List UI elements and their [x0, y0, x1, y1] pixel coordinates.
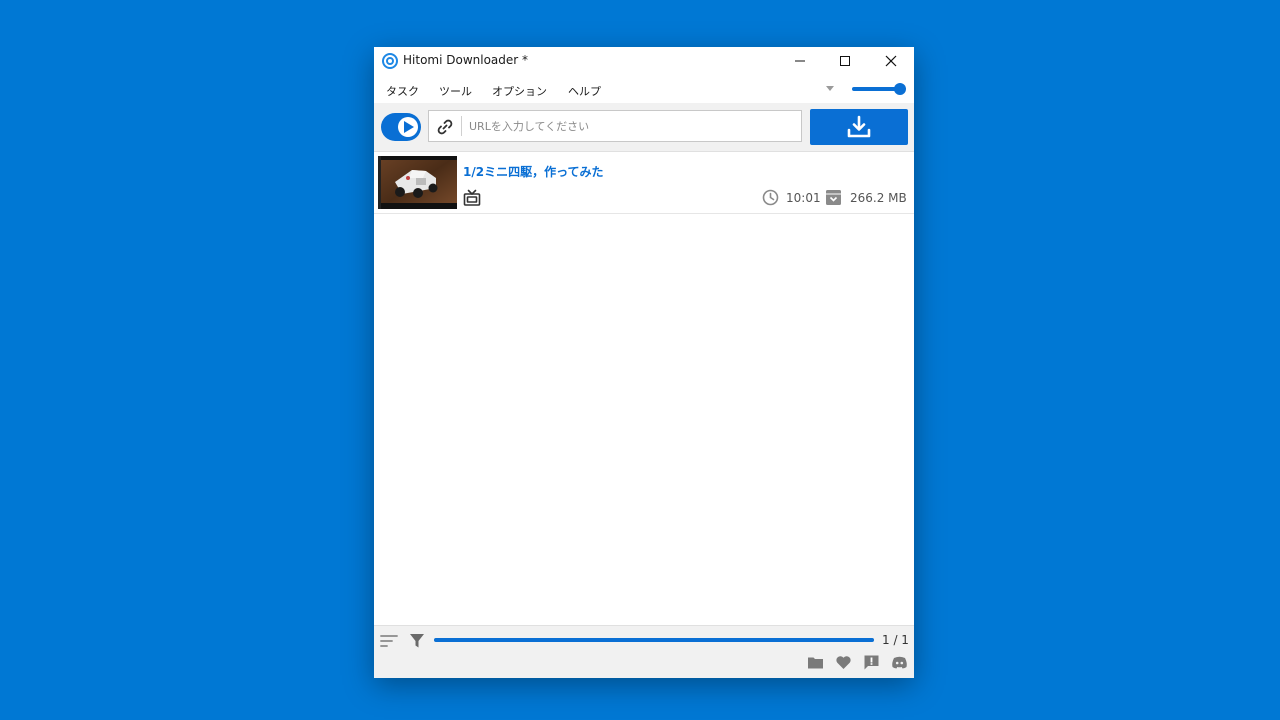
url-input[interactable] — [465, 113, 803, 139]
task-title: 1/2ミニ四駆，作ってみた — [463, 165, 604, 179]
archive-icon — [826, 190, 841, 205]
task-size: 266.2 MB — [850, 191, 907, 205]
url-divider — [461, 116, 462, 136]
task-thumbnail — [378, 156, 457, 209]
download-button[interactable] — [810, 109, 908, 145]
status-bar: 1 / 1 — [374, 625, 914, 678]
tv-icon — [463, 189, 481, 206]
progress-bar-fill — [434, 638, 874, 642]
maximize-icon — [840, 56, 850, 66]
menu-task[interactable]: タスク — [386, 83, 419, 99]
feedback-icon[interactable] — [863, 654, 880, 671]
download-icon — [847, 115, 871, 138]
minimize-button[interactable] — [777, 47, 823, 75]
progress-bar — [434, 638, 874, 642]
close-button[interactable] — [868, 47, 914, 75]
app-logo-icon — [382, 53, 398, 69]
menu-options[interactable]: オプション — [492, 83, 547, 99]
toolbar — [374, 103, 914, 152]
link-icon — [437, 119, 453, 135]
folder-icon[interactable] — [807, 654, 824, 671]
discord-icon[interactable] — [891, 654, 908, 671]
chevron-down-icon[interactable] — [826, 86, 834, 91]
title-bar[interactable]: Hitomi Downloader * — [374, 47, 914, 75]
play-toggle-knob — [398, 117, 418, 137]
task-duration: 10:01 — [786, 191, 821, 205]
thumbnail-image — [378, 156, 457, 209]
filter-icon[interactable] — [409, 633, 425, 649]
task-item[interactable]: 1/2ミニ四駆，作ってみた 10:01 266.2 MB — [374, 152, 914, 214]
minimize-icon — [795, 60, 805, 62]
url-box — [428, 110, 803, 142]
page-count: 1 / 1 — [882, 633, 909, 647]
play-toggle[interactable] — [381, 113, 421, 141]
app-window: Hitomi Downloader * タスク ツール オプション ヘルプ UR… — [374, 47, 914, 678]
menu-help[interactable]: ヘルプ — [568, 83, 601, 99]
heart-icon[interactable] — [835, 654, 852, 671]
menu-tools[interactable]: ツール — [439, 83, 472, 99]
clock-icon — [762, 189, 779, 206]
play-icon — [404, 121, 414, 133]
close-icon — [885, 55, 897, 67]
volume-slider-thumb[interactable] — [894, 83, 906, 95]
maximize-button[interactable] — [822, 47, 868, 75]
task-list: 1/2ミニ四駆，作ってみた 10:01 266.2 MB — [374, 152, 914, 625]
sort-icon[interactable] — [380, 634, 398, 648]
window-title: Hitomi Downloader * — [403, 53, 529, 67]
